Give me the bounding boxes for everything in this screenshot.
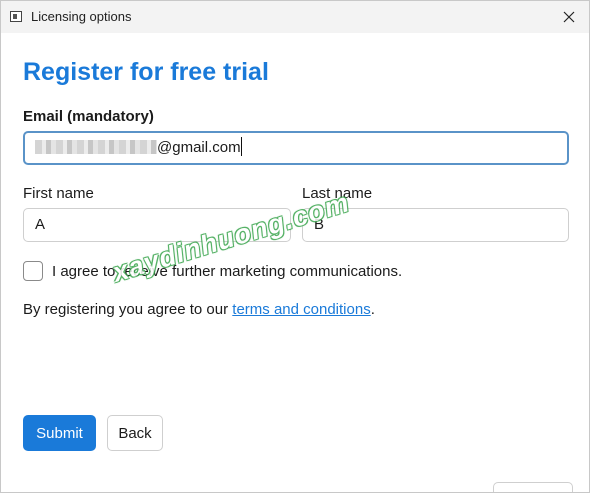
- last-name-field[interactable]: B: [302, 208, 569, 242]
- terms-link[interactable]: terms and conditions: [232, 301, 370, 318]
- terms-prefix: By registering you agree to our: [23, 301, 233, 318]
- window-title: Licensing options: [31, 9, 132, 24]
- close-icon: [563, 11, 575, 23]
- first-name-label: First name: [23, 185, 94, 202]
- page-title: Register for free trial: [23, 58, 269, 86]
- back-button[interactable]: Back: [107, 415, 163, 451]
- terms-notice: By registering you agree to our terms an…: [23, 301, 375, 318]
- text-cursor: [240, 137, 242, 157]
- email-value: @gmail.com: [157, 139, 241, 156]
- first-name-value: A: [35, 216, 46, 233]
- first-name-field[interactable]: A: [23, 208, 291, 242]
- last-name-value: B: [314, 216, 325, 233]
- last-name-label: Last name: [302, 185, 373, 202]
- email-label: Email (mandatory): [23, 108, 154, 125]
- redacted-text: [35, 139, 157, 154]
- submit-button[interactable]: Submit: [23, 415, 96, 451]
- close-button[interactable]: [549, 1, 589, 33]
- email-field[interactable]: @gmail.com: [23, 131, 569, 165]
- terms-suffix: .: [370, 301, 375, 318]
- marketing-checkbox[interactable]: [23, 261, 43, 281]
- app-window-icon: [10, 11, 22, 22]
- licensing-dialog: Licensing options Register for free tria…: [0, 0, 590, 493]
- title-bar: Licensing options: [1, 1, 589, 33]
- partial-button[interactable]: [493, 482, 573, 492]
- marketing-label[interactable]: I agree to receive further marketing com…: [52, 263, 402, 280]
